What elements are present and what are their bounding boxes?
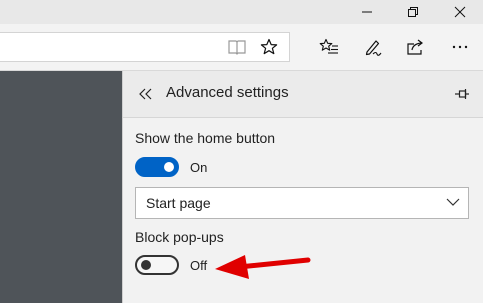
close-button[interactable] <box>437 0 483 24</box>
panel-title: Advanced settings <box>166 84 289 101</box>
favorites-hub-icon <box>319 38 338 54</box>
dropdown-chevron-icon <box>446 198 460 206</box>
add-favorite-button[interactable] <box>256 34 282 60</box>
favorites-hub-button[interactable] <box>316 34 342 60</box>
block-popups-toggle-state: Off <box>190 258 208 273</box>
share-button[interactable] <box>403 34 429 60</box>
title-bar <box>0 0 483 24</box>
share-icon <box>407 39 423 55</box>
home-page-select[interactable]: Start page <box>135 187 469 219</box>
minimize-icon <box>362 11 372 13</box>
block-popups-toggle[interactable] <box>135 255 179 275</box>
more-button[interactable] <box>447 34 473 60</box>
block-popups-label: Block pop-ups <box>135 229 224 245</box>
pin-button[interactable] <box>451 83 473 105</box>
back-button[interactable] <box>135 83 157 105</box>
page-content <box>0 71 122 303</box>
toggle-knob <box>141 260 151 270</box>
reading-view-button[interactable] <box>224 34 250 60</box>
home-page-select-value: Start page <box>146 195 211 211</box>
restore-button[interactable] <box>390 0 436 24</box>
annotation-arrow <box>215 255 311 279</box>
reading-view-icon <box>228 40 246 55</box>
toggle-knob <box>164 162 174 172</box>
web-note-icon <box>365 40 382 56</box>
restore-icon <box>408 7 418 17</box>
home-button-label: Show the home button <box>135 130 276 146</box>
home-button-toggle[interactable] <box>135 157 179 177</box>
home-button-toggle-state: On <box>190 160 208 175</box>
back-chevron-icon <box>139 88 152 100</box>
panel-header: Advanced settings <box>123 71 483 118</box>
browser-toolbar <box>0 24 483 71</box>
more-icon <box>452 45 468 49</box>
close-icon <box>454 6 466 18</box>
favorite-star-icon <box>260 38 278 55</box>
address-bar[interactable] <box>0 32 290 62</box>
pin-icon <box>455 89 469 99</box>
minimize-button[interactable] <box>344 0 390 24</box>
web-note-button[interactable] <box>360 34 386 60</box>
